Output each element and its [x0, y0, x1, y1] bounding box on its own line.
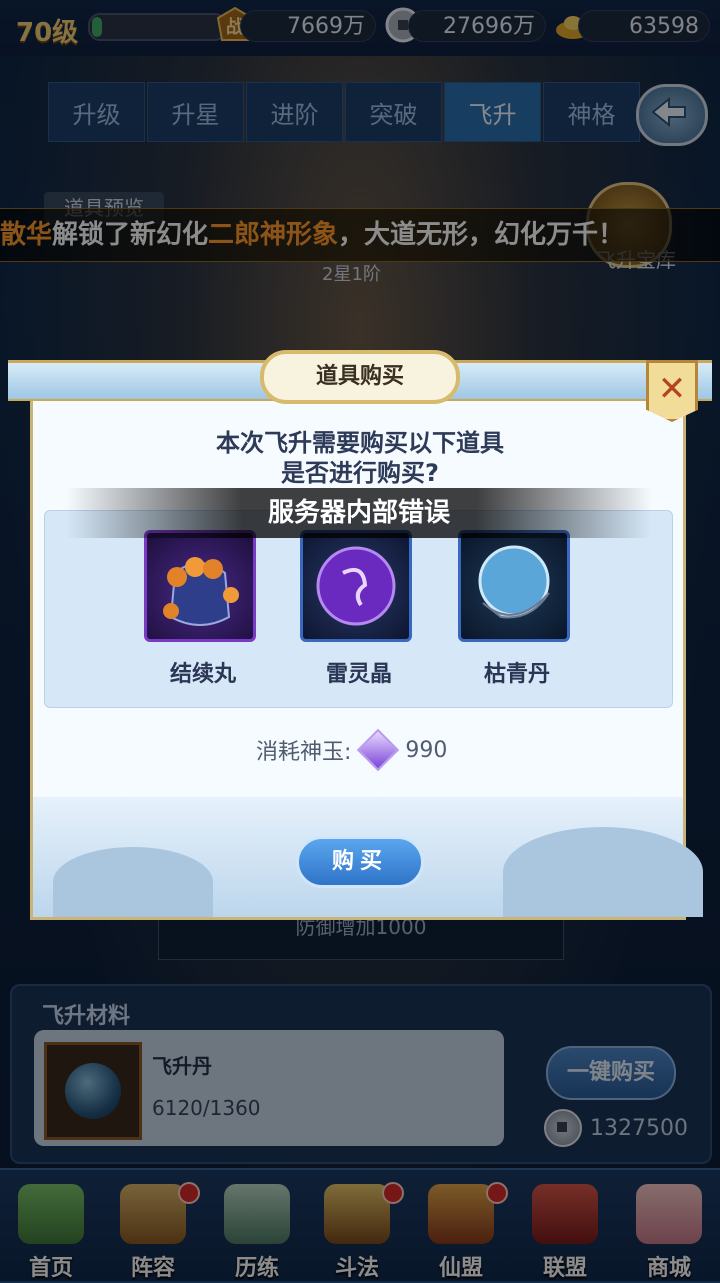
- cost-value: 990: [405, 737, 448, 763]
- item-slot[interactable]: 结续丸: [144, 530, 262, 688]
- thunder-crystal-icon: [300, 530, 412, 642]
- divine-jade-icon: [357, 728, 400, 772]
- cost-label: 消耗神玉:: [256, 740, 352, 765]
- prompt-line-1: 本次飞升需要购买以下道具: [216, 429, 504, 457]
- item-name: 结续丸: [169, 662, 236, 687]
- item-name: 枯青丹: [483, 662, 550, 687]
- green-pill-orb-icon: [458, 530, 570, 642]
- item-slot[interactable]: 枯青丹: [458, 530, 576, 688]
- jade-cost: 消耗神玉: 990: [256, 728, 448, 772]
- dialog-title: 道具购买: [260, 350, 460, 404]
- elixir-bag-icon: [144, 530, 256, 642]
- error-toast: 服务器内部错误: [66, 488, 652, 538]
- close-button[interactable]: ✕: [646, 360, 698, 422]
- prompt-line-2: 是否进行购买?: [281, 459, 439, 487]
- buy-button[interactable]: 购买: [296, 836, 424, 888]
- item-name: 雷灵晶: [325, 662, 392, 687]
- item-slot[interactable]: 雷灵晶: [300, 530, 418, 688]
- purchase-prompt: 本次飞升需要购买以下道具 是否进行购买?: [30, 428, 690, 488]
- mountain-decoration: [503, 827, 703, 917]
- mountain-decoration: [53, 847, 213, 917]
